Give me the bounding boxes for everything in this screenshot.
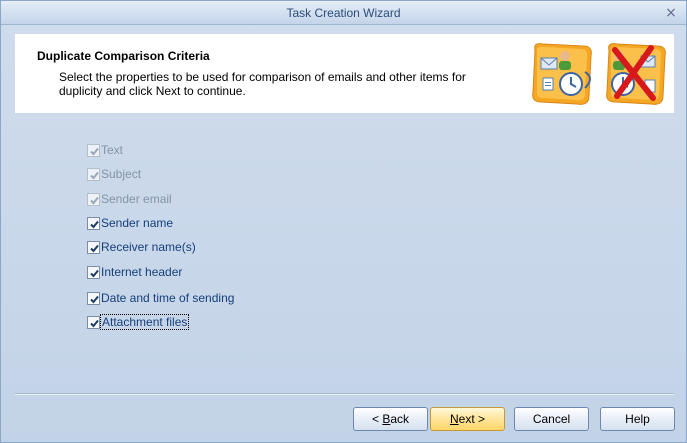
checkbox-date-time-sending[interactable]	[87, 292, 100, 305]
checkmark-icon	[90, 269, 99, 278]
back-button[interactable]: < Back	[353, 407, 428, 431]
option-label: Sender name	[101, 216, 174, 230]
header-panel: Duplicate Comparison Criteria Select the…	[15, 34, 674, 113]
checkmark-icon	[90, 147, 99, 156]
checkbox-receiver-names[interactable]	[87, 241, 100, 254]
close-icon[interactable]: ×	[663, 5, 679, 21]
back-rest: ack	[390, 412, 410, 426]
footer-divider	[15, 393, 674, 395]
checkbox-sender-email[interactable]	[87, 193, 100, 206]
checkmark-icon	[90, 220, 99, 229]
back-prefix: <	[371, 412, 383, 426]
option-label: Subject	[101, 167, 142, 181]
cancel-button[interactable]: Cancel	[514, 407, 589, 431]
wizard-window: Task Creation Wizard × Duplicate Compari…	[0, 0, 687, 443]
next-access-key: N	[449, 412, 459, 426]
title-bar[interactable]: Task Creation Wizard ×	[1, 1, 686, 25]
checkmark-icon	[90, 244, 99, 253]
option-label: Receiver name(s)	[101, 240, 196, 254]
option-label: Attachment files	[100, 314, 190, 330]
next-button[interactable]: Next >	[430, 407, 505, 431]
option-label: Date and time of sending	[101, 291, 235, 305]
checkmark-icon	[90, 171, 99, 180]
checkbox-sender-name[interactable]	[87, 217, 100, 230]
option-label: Text	[101, 143, 124, 157]
email-contacts-compare-icon	[532, 43, 666, 105]
help-button[interactable]: Help	[600, 407, 675, 431]
window-title: Task Creation Wizard	[286, 6, 401, 20]
checkbox-attachment-files[interactable]	[87, 316, 100, 329]
next-rest: ext >	[458, 412, 486, 426]
option-label: Sender email	[101, 192, 172, 206]
checkbox-internet-header[interactable]	[87, 266, 100, 279]
page-title: Duplicate Comparison Criteria	[37, 49, 210, 63]
option-label: Internet header	[101, 265, 183, 279]
checkmark-icon	[90, 319, 99, 328]
page-description: Select the properties to be used for com…	[59, 70, 466, 98]
checkbox-subject[interactable]	[87, 168, 100, 181]
checkbox-text[interactable]	[87, 144, 100, 157]
checkmark-icon	[90, 295, 99, 304]
checkmark-icon	[90, 196, 99, 205]
